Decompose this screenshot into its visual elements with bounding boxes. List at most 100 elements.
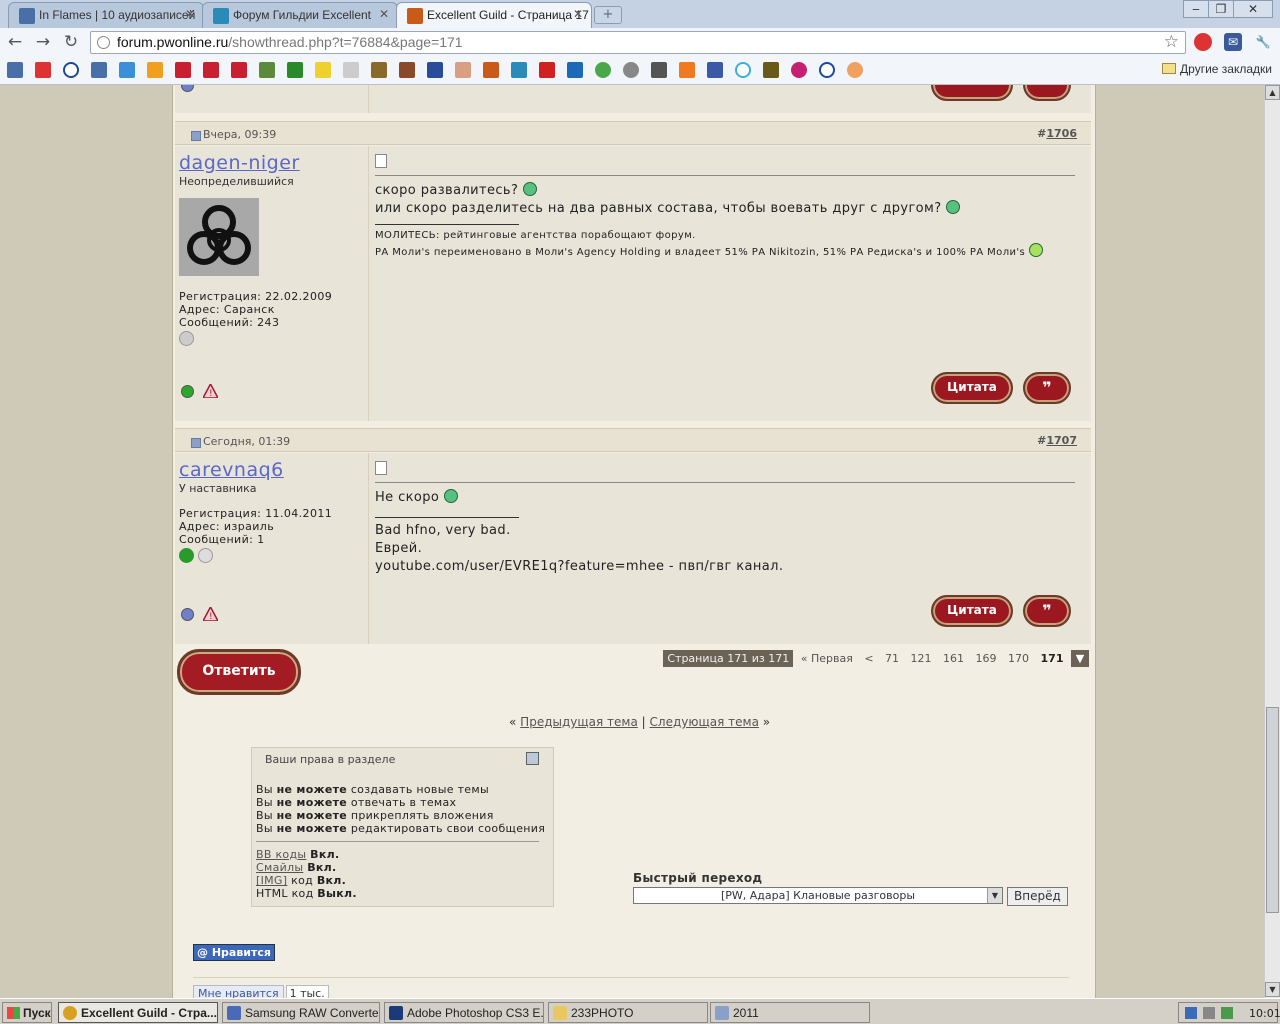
bookmark-bag-icon[interactable] [679,62,695,78]
address-bar[interactable]: forum.pwonline.ru/showthread.php?t=76884… [90,31,1186,54]
multiquote-button[interactable]: ❞ [1023,595,1071,627]
wrench-menu-icon[interactable]: 🔧 [1254,33,1272,51]
first-page-link[interactable]: « Первая [797,650,857,667]
report-icon[interactable]: ! [203,384,218,398]
bookmark-doc-icon[interactable] [707,62,723,78]
bbcode-link[interactable]: BB коды [256,848,306,861]
start-button[interactable]: Пуск [2,1002,52,1023]
post-number-link[interactable]: #1707 [1037,434,1077,447]
smiles-link[interactable]: Смайлы [256,861,303,874]
bookmark-reel-icon[interactable] [623,62,639,78]
bookmark-plus-icon[interactable] [63,62,79,78]
minimize-button[interactable]: ‒ [1183,0,1209,18]
taskbar-item-photoshop[interactable]: Adobe Photoshop CS3 E... [384,1002,544,1023]
multiquote-button[interactable]: ❞ [1023,372,1071,404]
bookmark-ring-icon[interactable] [735,62,751,78]
taskbar-item-folder[interactable]: 233PHOTO [548,1002,708,1023]
bookmark-arrow-icon[interactable] [287,62,303,78]
back-button[interactable]: ← [4,31,26,53]
close-icon[interactable]: ✕ [379,7,389,21]
device-icon[interactable] [1221,1007,1233,1019]
report-icon[interactable]: ! [203,607,218,621]
mail-extension-icon[interactable]: ✉ [1224,33,1242,51]
bookmark-lastfm-icon[interactable] [35,62,51,78]
tab-in-flames[interactable]: In Flames | 10 аудиозаписей ✕ [8,2,204,28]
close-window-button[interactable]: ✕ [1233,0,1273,18]
scrollbar-thumb[interactable] [1266,707,1279,913]
username-link[interactable]: dagen-niger [179,152,368,174]
network-icon[interactable] [1185,1007,1197,1019]
img-link[interactable]: [IMG] [256,874,287,887]
multiquote-button[interactable] [1023,85,1071,101]
post-date: Вчера, 09:39 [203,128,277,141]
bookmark-drop-icon[interactable] [119,62,135,78]
bookmark-paw-icon[interactable] [511,62,527,78]
like-button[interactable]: @ Нравится [193,944,275,961]
taskbar-item-chrome[interactable]: Excellent Guild - Стра... [58,1002,218,1023]
bookmark-vk2-icon[interactable] [91,62,107,78]
bookmark-star-icon[interactable]: ☆ [1164,32,1179,52]
jump-go-button[interactable]: Вперёд [1007,887,1068,906]
bookmark-heart-icon[interactable] [791,62,807,78]
bookmark-flower-icon[interactable] [259,62,275,78]
bookmark-ip-icon[interactable] [567,62,583,78]
lastfm-extension-icon[interactable] [1194,33,1212,51]
bookmark-orange-icon[interactable] [147,62,163,78]
bookmark-globe-icon[interactable] [595,62,611,78]
page-count-label: Страница 171 из 171 [663,650,794,667]
windows-taskbar: Пуск Excellent Guild - Стра... Samsung R… [0,998,1280,1024]
taskbar-item-2011[interactable]: 2011 [710,1002,870,1023]
close-icon[interactable]: ✕ [185,7,195,21]
bookmark-ghost-icon[interactable] [343,62,359,78]
bookmark-sun-icon[interactable] [315,62,331,78]
page-jump-dropdown-icon[interactable]: ▼ [1071,650,1089,667]
volume-icon[interactable] [1203,1007,1215,1019]
taskbar-item-samsung[interactable]: Samsung RAW Converter 3 [222,1002,380,1023]
post-number-link[interactable]: #1706 [1037,127,1077,140]
quote-button[interactable] [931,85,1013,101]
tab-guild-forum[interactable]: Форум Гильдии Excellent ✕ [202,2,398,28]
like-label: Нравится [211,946,271,959]
bookmark-m-icon[interactable] [427,62,443,78]
reply-button[interactable]: Ответить [177,649,301,695]
user-info [175,85,369,113]
username-link[interactable]: carevnaq6 [179,459,368,481]
other-bookmarks[interactable]: Другие закладки [1162,62,1272,76]
maximize-button[interactable]: ❐ [1208,0,1234,18]
collapse-icon[interactable] [526,752,539,765]
quote-button[interactable]: Цитата [931,372,1013,404]
forum-jump-select[interactable]: [PW, Адара] Клановые разговоры ▼ [633,887,1003,904]
page-link[interactable]: 121 [907,650,936,667]
facebook-like-button[interactable]: Мне нравится [193,985,284,998]
bookmark-plus2-icon[interactable] [819,62,835,78]
bookmark-star3-icon[interactable] [231,62,247,78]
bookmark-youtube-icon[interactable] [539,62,555,78]
forward-button[interactable]: → [32,31,54,53]
page-link[interactable]: 161 [939,650,968,667]
tab-excellent-guild[interactable]: Excellent Guild - Страница 17 ✕ [396,2,592,28]
bookmark-vk-icon[interactable] [7,62,23,78]
page-link[interactable]: 71 [881,650,903,667]
page-link[interactable]: 170 [1004,650,1033,667]
quote-button[interactable]: Цитата [931,595,1013,627]
next-thread-link[interactable]: Следующая тема [650,715,759,729]
bookmark-stripes-icon[interactable] [371,62,387,78]
new-tab-button[interactable]: + [594,6,622,24]
page-link[interactable]: 169 [972,650,1001,667]
scroll-down-icon[interactable]: ▼ [1265,982,1280,997]
bookmark-face-icon[interactable] [455,62,471,78]
prev-page-link[interactable]: < [860,650,877,667]
bookmark-c-icon[interactable] [847,62,863,78]
bookmark-star2-icon[interactable] [203,62,219,78]
bookmark-box-icon[interactable] [763,62,779,78]
close-icon[interactable]: ✕ [573,7,583,21]
bookmark-bear-icon[interactable] [399,62,415,78]
scroll-up-icon[interactable]: ▲ [1265,85,1280,100]
current-page: 171 [1040,652,1064,665]
prev-thread-link[interactable]: Предыдущая тема [520,715,638,729]
reload-button[interactable]: ↻ [60,31,82,53]
bookmark-pw-icon[interactable] [483,62,499,78]
vertical-scrollbar[interactable]: ▲ ▼ [1264,85,1280,998]
bookmark-star1-icon[interactable] [175,62,191,78]
bookmark-car-icon[interactable] [651,62,667,78]
